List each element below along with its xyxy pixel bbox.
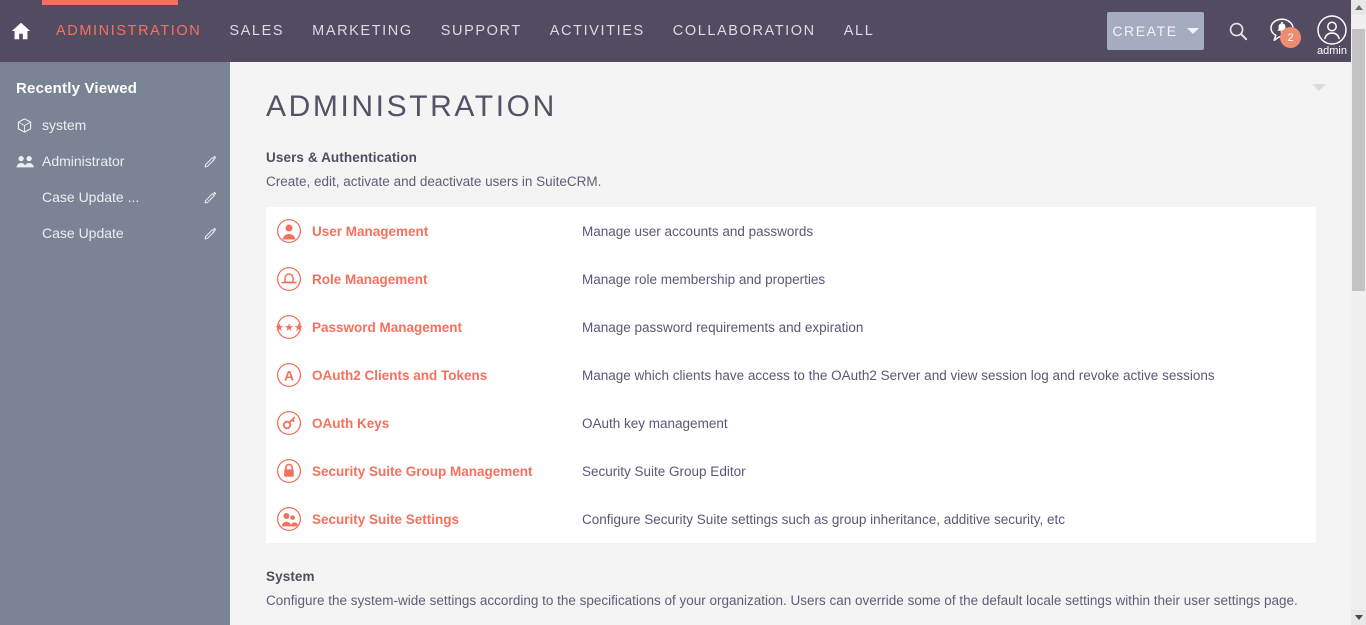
admin-desc-security-suite-settings: Configure Security Suite settings such a… [582,511,1066,527]
password-asterisks-icon: ★★★ [266,314,312,340]
admin-row-security-suite-settings[interactable]: Security Suite Settings Configure Securi… [266,495,1316,543]
sidebar-item-label: Case Update [42,225,124,241]
pencil-icon[interactable] [200,190,220,205]
section-title-users-authentication: Users & Authentication [266,150,417,165]
admin-link-oauth-keys[interactable]: OAuth Keys [312,416,582,431]
admin-link-security-suite-group-management[interactable]: Security Suite Group Management [312,464,582,479]
section-description-users-authentication: Create, edit, activate and deactivate us… [266,174,602,189]
admin-row-user-management[interactable]: User Management Manage user accounts and… [266,207,1316,255]
padlock-icon [266,458,312,484]
sidebar-title: Recently Viewed [16,80,138,97]
sidebar-item-case-update-1[interactable]: Case Update ... [0,179,230,215]
sidebar-item-label: system [42,117,87,133]
admin-desc-password-management: Manage password requirements and expirat… [582,319,864,335]
admin-desc-security-suite-group-management: Security Suite Group Editor [582,463,746,479]
triangle-down-icon [1354,615,1363,620]
scroll-up-button[interactable] [1351,0,1366,15]
sidebar-item-system[interactable]: system [0,107,230,143]
notifications-button[interactable]: 2 [1258,0,1306,62]
cube-icon [16,117,42,134]
top-navigation-bar: ADMINISTRATION SALES MARKETING SUPPORT A… [0,0,1366,62]
nav-item-activities[interactable]: ACTIVITIES [536,0,659,62]
admin-link-security-suite-settings[interactable]: Security Suite Settings [312,512,582,527]
admin-row-password-management[interactable]: ★★★ Password Management Manage password … [266,303,1316,351]
user-circle-icon [266,218,312,244]
admin-desc-role-management: Manage role membership and properties [582,271,826,287]
admin-link-oauth2-clients[interactable]: OAuth2 Clients and Tokens [312,368,582,383]
nav-item-support[interactable]: SUPPORT [427,0,536,62]
sidebar-item-case-update-2[interactable]: Case Update [0,215,230,251]
admin-row-role-management[interactable]: Role Management Manage role membership a… [266,255,1316,303]
oauth2-a-icon: A [266,362,312,388]
sidebar-item-label: Administrator [42,153,125,169]
admin-desc-oauth-keys: OAuth key management [582,415,728,431]
search-button[interactable] [1218,0,1258,62]
chevron-down-icon[interactable] [1312,84,1326,91]
admin-row-security-suite-group-management[interactable]: Security Suite Group Management Security… [266,447,1316,495]
svg-text:A: A [284,368,294,384]
sidebar: Recently Viewed system Administrator Cas… [0,62,230,625]
create-button-label: CREATE [1112,23,1178,39]
home-icon [11,22,31,40]
nav-item-sales[interactable]: SALES [215,0,298,62]
pencil-icon[interactable] [200,226,220,241]
people-icon [16,154,42,169]
pencil-icon[interactable] [200,154,220,169]
main-content: ADMINISTRATION Users & Authentication Cr… [230,62,1351,625]
create-button[interactable]: CREATE [1107,12,1204,50]
triangle-up-icon [1354,5,1363,10]
sidebar-item-label: Case Update ... [42,189,140,205]
notification-count-badge: 2 [1280,27,1301,48]
nav-item-collaboration[interactable]: COLLABORATION [659,0,830,62]
admin-link-role-management[interactable]: Role Management [312,272,582,287]
admin-desc-oauth2-clients: Manage which clients have access to the … [582,367,1215,383]
nav-item-administration[interactable]: ADMINISTRATION [42,0,215,62]
sidebar-item-administrator[interactable]: Administrator [0,143,230,179]
section-title-system: System [266,569,315,584]
people-circle-icon [266,506,312,532]
home-button[interactable] [0,0,42,62]
svg-text:★★★: ★★★ [276,321,302,334]
nav-item-all[interactable]: ALL [830,0,889,62]
admin-links-panel: User Management Manage user accounts and… [266,207,1316,543]
key-icon [266,410,312,436]
search-icon [1229,22,1247,40]
admin-link-password-management[interactable]: Password Management [312,320,582,335]
page-title: ADMINISTRATION [266,90,557,123]
user-avatar-icon [1317,14,1347,45]
admin-desc-user-management: Manage user accounts and passwords [582,223,814,239]
role-hat-icon [266,266,312,292]
admin-row-oauth-keys[interactable]: OAuth Keys OAuth key management [266,399,1316,447]
scroll-down-button[interactable] [1351,610,1366,625]
chevron-down-icon [1186,28,1199,34]
active-tab-accent-bar [42,0,178,5]
admin-link-user-management[interactable]: User Management [312,224,582,239]
admin-row-oauth2-clients[interactable]: A OAuth2 Clients and Tokens Manage which… [266,351,1316,399]
nav-item-marketing[interactable]: MARKETING [298,0,427,62]
page-scrollbar[interactable] [1351,0,1366,625]
scrollbar-thumb[interactable] [1352,29,1365,291]
section-description-system: Configure the system-wide settings accor… [266,593,1298,608]
